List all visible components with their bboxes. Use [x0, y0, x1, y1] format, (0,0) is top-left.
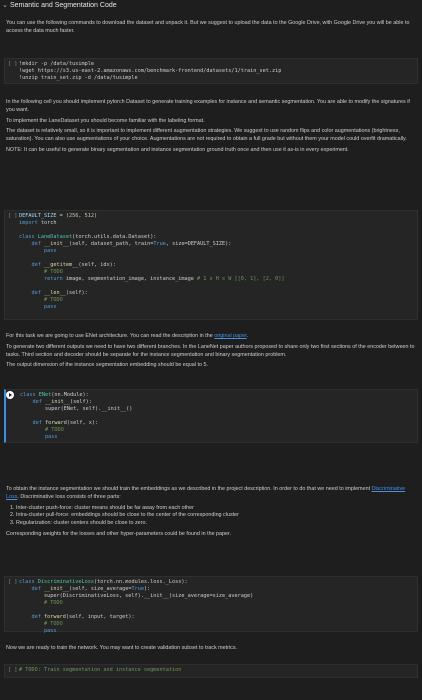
code-line: def __init__(self):: [20, 399, 92, 405]
list-item: Intra-cluster pull-force: embeddings sho…: [16, 512, 416, 520]
chevron-down-icon[interactable]: ⌄: [0, 1, 10, 11]
original-paper-link[interactable]: original paper: [214, 333, 246, 339]
code-cell-loss[interactable]: [ ] class DiscriminativeLoss(torch.nn.mo…: [4, 576, 418, 634]
code-line: !wget https://s3.us-east-2.amazonaws.com…: [19, 68, 282, 74]
code-line: return image, segmentation_image, instan…: [19, 276, 285, 282]
code-line: !mkdir -p /data/tusimple: [19, 61, 94, 67]
md-text: To obtain the instance segmentation we s…: [6, 486, 406, 500]
code-line: # TODO: [19, 600, 63, 606]
code-line: super(DiscriminativeLoss, self).__init__…: [19, 593, 254, 599]
md-text: You can use the following commands to do…: [6, 20, 410, 34]
code-line: pass: [19, 248, 57, 254]
code-line: # TODO: [19, 269, 63, 275]
md-text: The output dimension of the instance seg…: [6, 362, 208, 369]
md-text: Now we are ready to train the network. Y…: [6, 645, 238, 651]
markdown-cell-loss[interactable]: To obtain the instance segmentation we s…: [6, 486, 416, 539]
code-cell-enet[interactable]: class ENet(nn.Module): def __init__(self…: [4, 389, 418, 443]
cell-run-indicator[interactable]: [ ]: [8, 213, 17, 220]
code-line: def __getitem__(self, idx):: [19, 262, 116, 268]
list-item: Regularization: cluster centers should b…: [16, 520, 416, 528]
markdown-cell-dataset[interactable]: In the following cell you should impleme…: [6, 99, 416, 155]
code-line: def __init__(self, dataset_path, train=T…: [19, 241, 232, 247]
code-line: DEFAULT_SIZE = (256, 512): [19, 213, 98, 219]
markdown-cell-intro[interactable]: You can use the following commands to do…: [6, 20, 416, 36]
code-cell-dataset[interactable]: [ ] DEFAULT_SIZE = (256, 512) import tor…: [4, 210, 418, 320]
code-line: super(ENet, self).__init__(): [20, 406, 133, 412]
md-text: The dataset is relatively small, so it i…: [6, 128, 407, 143]
code-line: # TODO: Train segmentation and instance …: [19, 667, 182, 673]
notebook-page: ⌄ Semantic and Segmentation Code You can…: [0, 0, 422, 700]
md-text: To generate two different outputs we nee…: [6, 343, 415, 358]
loss-parts-list: Inter-cluster push-force: cluster means …: [6, 505, 416, 528]
list-item: Inter-cluster push-force: cluster means …: [16, 505, 416, 513]
cell-run-indicator[interactable]: [ ]: [8, 667, 17, 674]
code-line: def forward(self, x):: [20, 420, 99, 426]
code-line: class LaneDataset(torch.utils.data.Datas…: [19, 234, 157, 240]
code-line: class DiscriminativeLoss(torch.nn.module…: [19, 579, 188, 585]
markdown-cell-enet[interactable]: For this task we are going to use ENet a…: [6, 333, 416, 370]
md-text: For this task we are going to use ENet a…: [6, 333, 249, 339]
code-line: pass: [20, 434, 58, 440]
md-text: Corresponding weights for the losses and…: [6, 531, 232, 538]
md-text: NOTE: It can be useful to generate binar…: [6, 147, 349, 154]
code-line: pass: [19, 628, 57, 634]
md-text: In the following cell you should impleme…: [6, 99, 410, 113]
code-line: pass: [19, 304, 57, 310]
code-line: class ENet(nn.Module):: [20, 392, 89, 398]
code-line: def __len__(self):: [19, 290, 88, 296]
code-line: def forward(self, input, target):: [19, 614, 135, 620]
code-cell-download[interactable]: [ ] !mkdir -p /data/tusimple !wget https…: [4, 58, 418, 84]
code-line: !unzip train_set.zip -d /data/tusimple: [19, 75, 138, 81]
code-line: import torch: [19, 220, 57, 226]
code-line: def __init__(self, size_average=True):: [19, 586, 151, 592]
cell-run-indicator[interactable]: [ ]: [8, 579, 17, 586]
run-cell-button[interactable]: [6, 391, 14, 399]
section-title: Semantic and Segmentation Code: [10, 1, 117, 9]
code-line: # TODO: [20, 427, 64, 433]
cell-run-indicator[interactable]: [ ]: [8, 61, 17, 68]
md-text: To implement the LaneDataset you should …: [6, 117, 205, 124]
code-cell-train[interactable]: [ ] # TODO: Train segmentation and insta…: [4, 664, 418, 678]
section-header[interactable]: ⌄ Semantic and Segmentation Code: [0, 0, 422, 12]
code-line: # TODO: [19, 621, 63, 627]
code-line: # TODO: [19, 297, 63, 303]
markdown-cell-train[interactable]: Now we are ready to train the network. Y…: [6, 645, 416, 653]
